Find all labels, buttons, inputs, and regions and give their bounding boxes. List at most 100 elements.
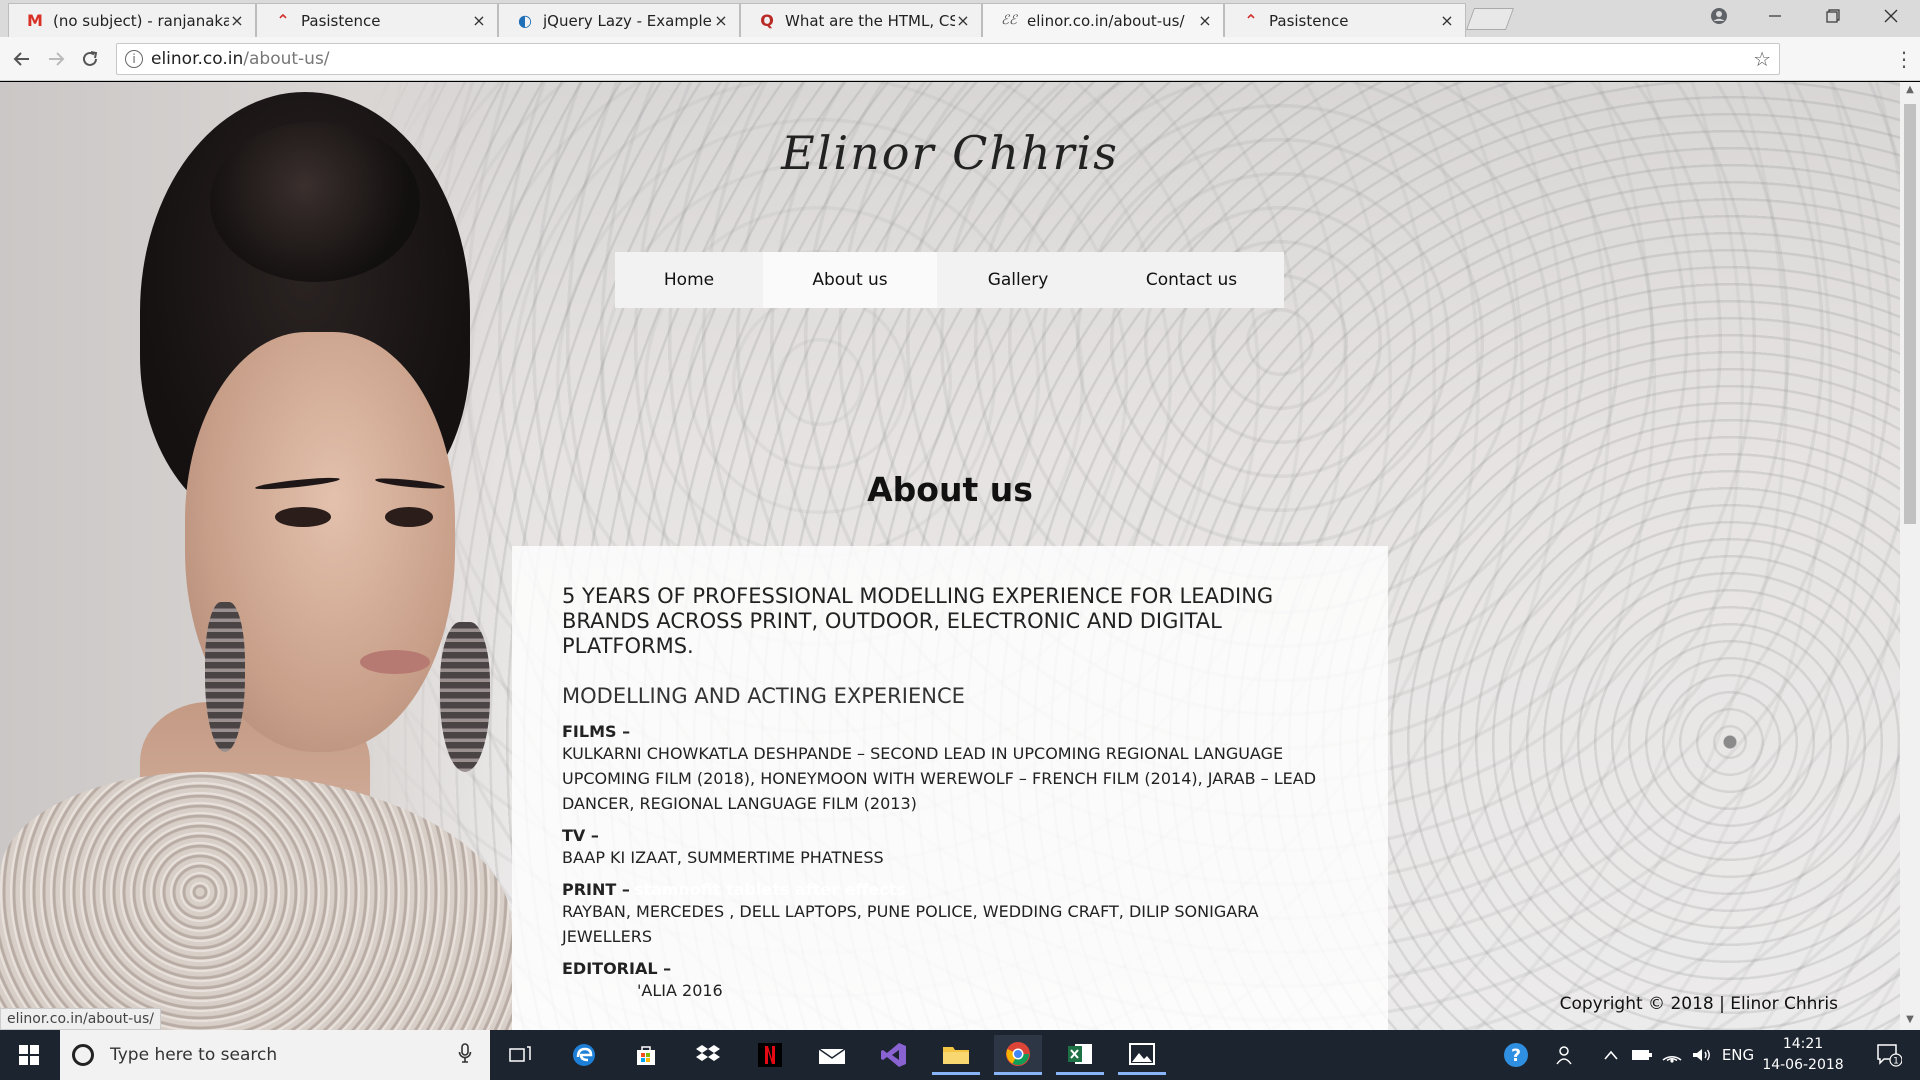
- section-text-films: KULKARNI CHOWKATLA DESHPANDE – SECOND LE…: [562, 744, 1317, 813]
- photo-hair-bun: [210, 122, 420, 282]
- site-info-icon[interactable]: i: [125, 50, 143, 68]
- link-status-bar: elinor.co.in/about-us/: [0, 1008, 162, 1030]
- photos-icon[interactable]: [1118, 1035, 1166, 1075]
- section-text-tv: BAAP KI IZAAT, SUMMERTIME PHATNESS: [562, 848, 884, 867]
- back-arrow-icon: [13, 52, 29, 66]
- battery-icon[interactable]: [1628, 1030, 1656, 1080]
- address-bar[interactable]: i elinor.co.in/about-us/ ☆: [116, 43, 1780, 75]
- taskbar-search[interactable]: Type here to search: [60, 1030, 490, 1080]
- tab-quora[interactable]: Q What are the HTML, CSS, ×: [740, 3, 982, 37]
- tab-jquery-lazy[interactable]: ◐ jQuery Lazy - Example: M ×: [498, 3, 740, 37]
- copyright-text: Copyright © 2018 | Elinor Chhris: [1559, 994, 1838, 1014]
- reload-button[interactable]: [76, 45, 104, 73]
- experience-heading: MODELLING AND ACTING EXPERIENCE: [562, 684, 965, 708]
- profile-icon[interactable]: [1696, 0, 1742, 32]
- section-label-tv: TV –: [562, 826, 599, 845]
- jquery-icon: ◐: [518, 11, 532, 30]
- windows-logo-icon: [19, 1045, 39, 1065]
- scrollbar-thumb[interactable]: [1904, 104, 1916, 524]
- photo-lips: [360, 650, 430, 674]
- section-label-editorial: EDITORIAL –: [562, 959, 672, 978]
- tab-title: Pasistence: [1269, 11, 1349, 30]
- photo-dress: [0, 772, 512, 1030]
- forward-arrow-icon: [49, 52, 65, 66]
- url-path: /about-us/: [243, 49, 330, 69]
- main-nav: Home About us Gallery Contact us: [615, 252, 1284, 308]
- section-label-films: FILMS –: [562, 722, 631, 741]
- hidden-keyword-text: stamnofit tablets after effects: [633, 880, 906, 899]
- restore-button[interactable]: [1810, 0, 1856, 32]
- microphone-icon[interactable]: [458, 1042, 472, 1068]
- language-indicator[interactable]: ENG: [1718, 1030, 1758, 1080]
- tab-title: jQuery Lazy - Example: M: [543, 11, 713, 30]
- gmail-icon: M: [27, 11, 43, 30]
- close-icon[interactable]: ×: [1197, 11, 1213, 30]
- browser-menu-icon[interactable]: ⋮: [1894, 45, 1914, 73]
- volume-icon[interactable]: [1688, 1030, 1716, 1080]
- url-host: elinor.co.in: [151, 49, 244, 69]
- start-button[interactable]: [0, 1030, 58, 1080]
- nav-item-contact-us[interactable]: Contact us: [1099, 252, 1284, 308]
- tab-pasistence[interactable]: ⌃ Pasistence ×: [256, 3, 498, 37]
- photo-earring: [205, 602, 245, 752]
- nav-item-gallery[interactable]: Gallery: [937, 252, 1099, 308]
- tab-gmail[interactable]: M (no subject) - ranjanakati ×: [8, 3, 256, 37]
- notification-count: 1: [1893, 1057, 1899, 1067]
- quora-icon: Q: [760, 11, 774, 30]
- bookmark-star-icon[interactable]: ☆: [1753, 47, 1771, 71]
- section-text-print: RAYBAN, MERCEDES , DELL LAPTOPS, PUNE PO…: [562, 902, 1259, 946]
- nav-item-home[interactable]: Home: [615, 252, 763, 308]
- nav-item-about-us[interactable]: About us: [763, 252, 937, 308]
- lead-text: 5 YEARS OF PROFESSIONAL MODELLING EXPERI…: [562, 584, 1274, 658]
- page-scrollbar[interactable]: ▲ ▼: [1900, 82, 1920, 1030]
- close-window-button[interactable]: [1868, 0, 1914, 32]
- people-icon[interactable]: [1548, 1030, 1584, 1080]
- action-center-icon[interactable]: 1: [1864, 1030, 1914, 1080]
- tab-title: Pasistence: [301, 11, 381, 30]
- section-text-editorial: 'ALIA 2016: [637, 981, 723, 1000]
- tab-strip: M (no subject) - ranjanakati × ⌃ Pasiste…: [0, 0, 1920, 37]
- close-icon[interactable]: ×: [471, 11, 487, 30]
- help-icon[interactable]: ?: [1496, 1030, 1536, 1080]
- taskbar-clock[interactable]: 14:21 14-06-2018: [1758, 1034, 1848, 1076]
- scroll-up-arrow-icon[interactable]: ▲: [1904, 84, 1916, 98]
- site-logo[interactable]: Elinor Chhris: [700, 126, 1200, 180]
- close-icon[interactable]: ×: [1439, 11, 1455, 30]
- scroll-down-arrow-icon[interactable]: ▼: [1904, 1014, 1916, 1028]
- edge-icon[interactable]: [560, 1035, 608, 1075]
- wifi-icon[interactable]: [1658, 1030, 1686, 1080]
- photo-eye: [385, 507, 433, 527]
- dropbox-icon[interactable]: [684, 1035, 732, 1075]
- store-icon[interactable]: [622, 1035, 670, 1075]
- minimize-button[interactable]: [1752, 0, 1798, 32]
- tab-title: (no subject) - ranjanakati: [53, 11, 229, 30]
- back-button[interactable]: [8, 45, 36, 73]
- section-label-print: PRINT – stamnofit tablets after effects: [562, 880, 1338, 899]
- task-view-icon[interactable]: [496, 1035, 544, 1075]
- search-placeholder: Type here to search: [110, 1045, 278, 1065]
- page-title: About us: [867, 470, 1033, 509]
- show-hidden-icons-icon[interactable]: [1598, 1030, 1624, 1080]
- close-icon[interactable]: ×: [229, 11, 245, 30]
- mail-icon[interactable]: [808, 1035, 856, 1075]
- reload-icon: [83, 51, 98, 66]
- visual-studio-icon[interactable]: [870, 1035, 918, 1075]
- section-label-print-text: PRINT –: [562, 880, 630, 899]
- forward-button[interactable]: [42, 45, 70, 73]
- new-tab-button[interactable]: [1465, 8, 1515, 30]
- chrome-icon[interactable]: [994, 1035, 1042, 1075]
- netflix-icon[interactable]: [746, 1035, 794, 1075]
- clock-date: 14-06-2018: [1762, 1057, 1844, 1073]
- close-icon[interactable]: ×: [713, 11, 729, 30]
- excel-icon[interactable]: [1056, 1035, 1104, 1075]
- tab-elinor[interactable]: ℰℰ elinor.co.in/about-us/ ×: [982, 3, 1224, 37]
- tab-pasistence-2[interactable]: ⌃ Pasistence ×: [1224, 3, 1466, 37]
- clock-time: 14:21: [1782, 1036, 1824, 1052]
- pasistence-icon: ⌃: [1244, 11, 1258, 30]
- close-icon[interactable]: ×: [955, 11, 971, 30]
- about-content-card: 5 YEARS OF PROFESSIONAL MODELLING EXPERI…: [512, 546, 1388, 1030]
- file-explorer-icon[interactable]: [932, 1035, 980, 1075]
- tab-title: elinor.co.in/about-us/: [1027, 11, 1185, 30]
- elinor-icon: ℰℰ: [1001, 13, 1017, 28]
- pasistence-icon: ⌃: [276, 11, 290, 30]
